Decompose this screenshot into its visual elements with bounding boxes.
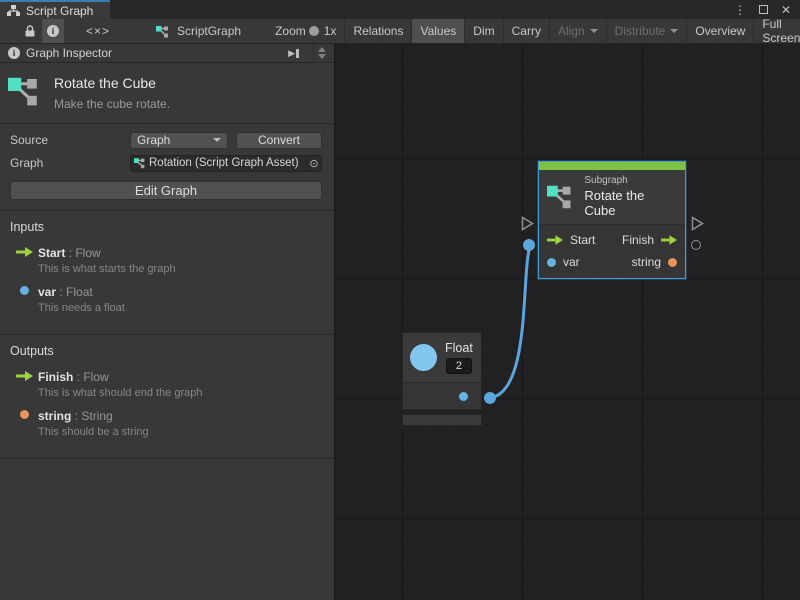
fullscreen-button[interactable]: Full Screen bbox=[753, 19, 800, 43]
title-bar: Script Graph ⋮ ✕ bbox=[0, 0, 800, 19]
chevron-down-icon bbox=[670, 29, 678, 33]
node-title-bar bbox=[539, 162, 685, 170]
graph-inspector-panel: i Graph Inspector ▶ Rotate the Cube bbox=[0, 44, 335, 600]
port-start[interactable]: Start bbox=[547, 233, 595, 247]
graph-inspector-title: Graph Inspector bbox=[26, 46, 112, 60]
spin-down-icon bbox=[318, 54, 326, 59]
distribute-button[interactable]: Distribute bbox=[606, 19, 687, 43]
convert-button[interactable]: Convert bbox=[236, 132, 322, 149]
subgraph-node-header[interactable]: Subgraph Rotate the Cube bbox=[539, 170, 685, 225]
flow-arrow-icon bbox=[16, 371, 33, 381]
subgraph-node[interactable]: Subgraph Rotate the Cube Start Fin bbox=[538, 161, 686, 279]
carry-button[interactable]: Carry bbox=[503, 19, 549, 43]
source-dropdown[interactable]: Graph bbox=[130, 132, 228, 149]
inputs-section: Inputs Start : Flow This is what starts … bbox=[0, 211, 334, 335]
float-node-ports bbox=[403, 383, 481, 409]
lock-button[interactable] bbox=[18, 19, 42, 43]
spin-up-icon bbox=[318, 47, 326, 52]
edit-graph-button[interactable]: Edit Graph bbox=[10, 181, 322, 200]
tab-script-graph[interactable]: Script Graph bbox=[0, 0, 110, 19]
dim-button[interactable]: Dim bbox=[464, 19, 502, 43]
list-item: Finish : Flow This is what should end th… bbox=[10, 370, 324, 399]
values-button[interactable]: Values bbox=[411, 19, 464, 43]
value-output-circle[interactable] bbox=[691, 240, 701, 250]
source-value: Graph bbox=[137, 133, 208, 147]
subgraph-node-ports: Start Finish var bbox=[539, 225, 685, 278]
inspector-toggle-button[interactable]: i bbox=[42, 19, 64, 43]
float-node[interactable]: Float 2 bbox=[402, 332, 482, 410]
scroll-spinner[interactable] bbox=[313, 44, 330, 62]
code-view-button[interactable]: <×> bbox=[78, 19, 118, 43]
port-string[interactable]: string bbox=[632, 255, 677, 269]
float-output-port[interactable] bbox=[459, 392, 468, 401]
zoom-slider-handle[interactable] bbox=[309, 26, 319, 36]
info-icon: i bbox=[8, 47, 20, 59]
list-item: var : Float This needs a float bbox=[10, 285, 324, 314]
toolbar: i <×> ScriptGraph Zoom 1x Relations Valu… bbox=[0, 19, 800, 44]
graph-name-label: ScriptGraph bbox=[177, 24, 241, 38]
string-port-icon bbox=[668, 258, 677, 267]
float-value-input[interactable]: 2 bbox=[446, 358, 472, 374]
node-kind-label: Subgraph bbox=[584, 175, 677, 186]
graph-inspector-header: i Graph Inspector ▶ bbox=[0, 44, 334, 63]
dock-panel-icon[interactable]: ▶ bbox=[288, 48, 299, 59]
graph-title: Rotate the Cube bbox=[54, 75, 170, 91]
graph-title-block: Rotate the Cube Make the cube rotate. bbox=[0, 63, 334, 124]
connection-wire bbox=[335, 44, 800, 600]
script-graph-window: Script Graph ⋮ ✕ i <×> bbox=[0, 0, 800, 600]
flow-arrow-icon bbox=[547, 235, 563, 245]
info-icon: i bbox=[47, 25, 59, 37]
chevron-down-icon bbox=[213, 138, 221, 142]
object-picker-icon[interactable]: ⊙ bbox=[306, 157, 321, 170]
wire-endpoint[interactable] bbox=[484, 392, 496, 404]
flow-arrow-icon bbox=[16, 247, 33, 257]
graph-hierarchy-icon bbox=[7, 5, 20, 16]
float-node-title: Float bbox=[445, 341, 473, 355]
float-node-footer bbox=[402, 414, 482, 426]
relations-button[interactable]: Relations bbox=[344, 19, 411, 43]
window-menu-icon[interactable]: ⋮ bbox=[732, 3, 748, 17]
list-item: string : String This should be a string bbox=[10, 409, 324, 438]
script-graph-icon bbox=[8, 75, 44, 107]
float-type-icon bbox=[410, 344, 437, 371]
graph-object-field[interactable]: Rotation (Script Graph Asset) ⊙ bbox=[130, 155, 322, 172]
tab-title: Script Graph bbox=[26, 4, 93, 18]
inputs-header: Inputs bbox=[10, 220, 324, 234]
toolbar-button-group: Relations Values Dim Carry Align Distrib… bbox=[344, 19, 800, 43]
port-var[interactable]: var bbox=[547, 255, 580, 269]
titlebar-spacer bbox=[110, 0, 732, 19]
float-port-icon bbox=[20, 286, 29, 295]
align-button[interactable]: Align bbox=[549, 19, 606, 43]
script-graph-icon bbox=[134, 157, 147, 169]
float-node-header[interactable]: Float 2 bbox=[403, 333, 481, 383]
outputs-section: Outputs Finish : Flow This is what shoul… bbox=[0, 335, 334, 459]
source-label: Source bbox=[10, 133, 130, 147]
node-title: Rotate the Cube bbox=[584, 188, 677, 218]
graph-object-value: Rotation (Script Graph Asset) bbox=[149, 157, 306, 169]
list-item: Start : Flow This is what starts the gra… bbox=[10, 246, 324, 275]
string-port-icon bbox=[20, 410, 29, 419]
code-icon: <×> bbox=[86, 24, 110, 38]
overview-button[interactable]: Overview bbox=[686, 19, 753, 43]
chevron-down-icon bbox=[590, 29, 598, 33]
script-graph-icon bbox=[547, 183, 576, 210]
float-port-icon bbox=[547, 258, 556, 267]
script-graph-icon bbox=[156, 25, 171, 38]
wire-endpoint[interactable] bbox=[523, 239, 535, 251]
maximize-icon[interactable] bbox=[755, 3, 771, 17]
zoom-value: 1x bbox=[324, 24, 337, 38]
port-finish[interactable]: Finish bbox=[622, 233, 677, 247]
flow-input-triangle[interactable] bbox=[521, 216, 534, 231]
current-graph-indicator: ScriptGraph bbox=[148, 19, 249, 43]
lock-icon bbox=[23, 24, 37, 38]
graph-subtitle: Make the cube rotate. bbox=[54, 97, 170, 111]
zoom-label: Zoom bbox=[275, 24, 306, 38]
outputs-header: Outputs bbox=[10, 344, 324, 358]
flow-arrow-icon bbox=[661, 235, 677, 245]
graph-canvas[interactable]: Subgraph Rotate the Cube Start Fin bbox=[335, 44, 800, 600]
graph-settings-form: Source Graph Convert Graph bbox=[0, 124, 334, 211]
flow-output-triangle[interactable] bbox=[691, 216, 704, 231]
close-icon[interactable]: ✕ bbox=[778, 3, 794, 17]
graph-field-label: Graph bbox=[10, 156, 130, 170]
